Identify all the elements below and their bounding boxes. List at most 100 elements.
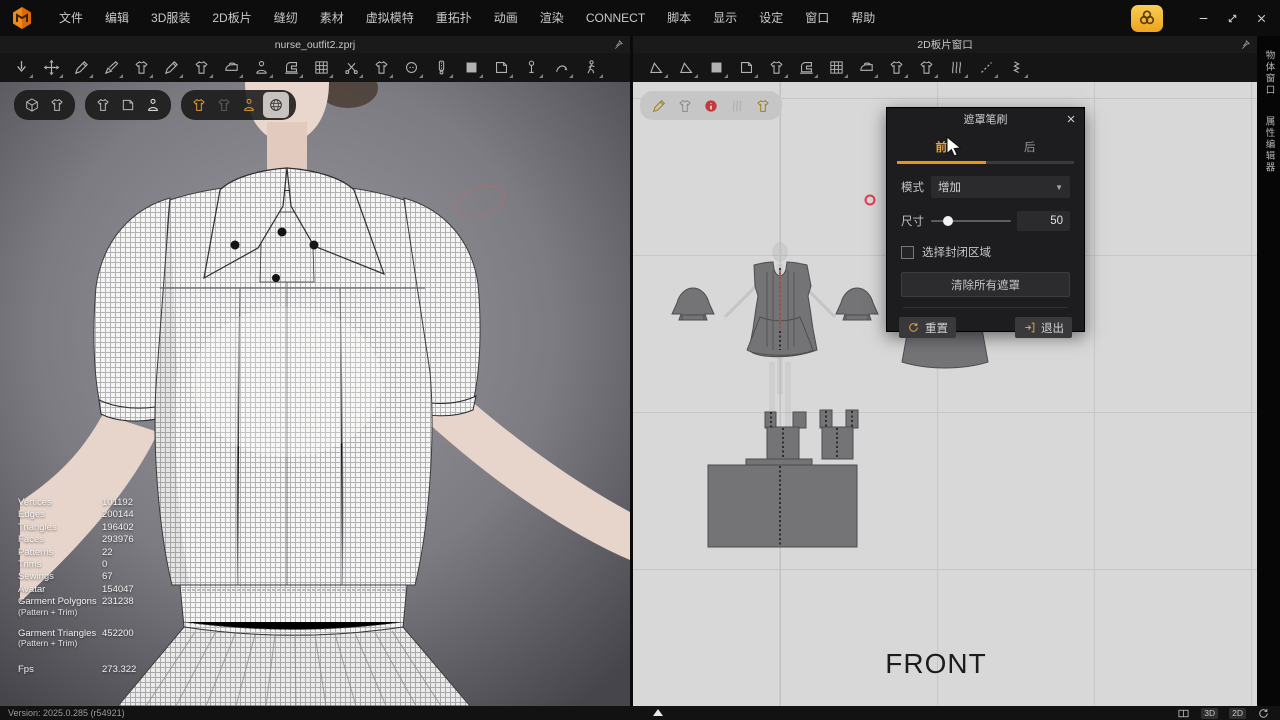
mode-select[interactable]: 增加 ▼	[931, 176, 1070, 198]
tab-back[interactable]: 后	[986, 134, 1075, 164]
pattern-tab[interactable]	[793, 412, 806, 428]
style-garment-button[interactable]	[366, 55, 396, 81]
menu-item-7[interactable]: 重拓扑	[425, 0, 483, 36]
window-minimize-button[interactable]	[1197, 12, 1210, 25]
menu-item-2[interactable]: 3D服装	[140, 0, 201, 36]
window-close-button[interactable]	[1255, 12, 1268, 25]
texture-grid-button[interactable]	[306, 55, 336, 81]
window-restore-button[interactable]	[1226, 12, 1239, 25]
menu-item-4[interactable]: 缝纫	[263, 0, 309, 36]
tab-front[interactable]: 前	[897, 134, 986, 164]
show-fabric-button[interactable]	[117, 94, 139, 116]
grid-texture-icon	[828, 59, 845, 76]
panel-pin-icon[interactable]	[1240, 39, 1251, 50]
refresh-icon[interactable]	[1257, 707, 1270, 720]
clear-all-masks-button[interactable]: 清除所有遮罩	[901, 272, 1070, 297]
polygon-pen-button[interactable]	[156, 55, 186, 81]
rect-pattern-icon	[708, 59, 725, 76]
garment-texture-button[interactable]	[911, 55, 941, 81]
view-3d-badge[interactable]: 3D	[1201, 708, 1218, 719]
reset-button[interactable]: 重置	[899, 317, 956, 338]
menu-item-10[interactable]: CONNECT	[575, 0, 656, 36]
panel-splitter[interactable]	[630, 36, 633, 706]
show-avatar-button[interactable]	[142, 94, 164, 116]
split-view-icon[interactable]	[1177, 707, 1190, 720]
select-move-icon	[43, 59, 60, 76]
menu-item-15[interactable]: 帮助	[840, 0, 886, 36]
garment-fit-button[interactable]	[188, 94, 210, 116]
avatar-button[interactable]	[246, 55, 276, 81]
menu-item-9[interactable]: 渲染	[529, 0, 575, 36]
panel-pin-icon[interactable]	[613, 39, 624, 50]
select-move-button[interactable]	[36, 55, 66, 81]
polygon-pattern-button[interactable]	[731, 55, 761, 81]
transform-pattern-button[interactable]	[641, 55, 671, 81]
exit-button[interactable]: 退出	[1015, 317, 1072, 338]
slider-knob[interactable]	[943, 216, 953, 226]
button-tool-button[interactable]	[396, 55, 426, 81]
menu-item-3[interactable]: 2D板片	[201, 0, 262, 36]
shirt-mode-button[interactable]	[752, 95, 774, 117]
closed-area-checkbox[interactable]	[901, 246, 914, 259]
menu-item-0[interactable]: 文件	[48, 0, 94, 36]
dialog-close-button[interactable]	[1065, 113, 1077, 125]
garment-mode-button[interactable]	[674, 95, 696, 117]
pattern-sleeve-band-right[interactable]	[846, 315, 868, 320]
wireframe-globe-button[interactable]	[263, 92, 289, 118]
garment-set-button[interactable]	[46, 94, 68, 116]
garment-off-button[interactable]	[213, 94, 235, 116]
fabric-b-button[interactable]	[486, 55, 516, 81]
garment-pin-button[interactable]	[126, 55, 156, 81]
brush-button[interactable]	[96, 55, 126, 81]
clone-garment-button[interactable]	[186, 55, 216, 81]
menu-item-6[interactable]: 虚拟模特	[355, 0, 425, 36]
brush-mode-button[interactable]	[648, 95, 670, 117]
menu-item-1[interactable]: 编辑	[94, 0, 140, 36]
pattern-skirt-panel[interactable]	[708, 465, 857, 547]
show-garment-button[interactable]	[92, 94, 114, 116]
3d-viewport[interactable]: Vertices101192Edges200144Triangles196402…	[0, 82, 630, 706]
pen-3d-button[interactable]	[66, 55, 96, 81]
dart-tool-button[interactable]	[761, 55, 791, 81]
statusbar-expand-button[interactable]	[653, 709, 663, 716]
pin-tool-button[interactable]	[516, 55, 546, 81]
info-mode-button[interactable]	[700, 95, 722, 117]
drape-tool-button[interactable]	[941, 55, 971, 81]
texture-mode-button[interactable]	[726, 95, 748, 117]
pattern-belt-strip[interactable]	[746, 459, 812, 465]
iron-tool-button[interactable]	[851, 55, 881, 81]
menu-item-14[interactable]: 窗口	[794, 0, 840, 36]
connect-app-button[interactable]	[1131, 5, 1163, 32]
baseline-tool-button[interactable]	[971, 55, 1001, 81]
size-value-field[interactable]: 50	[1017, 211, 1070, 231]
sewing-machine-button[interactable]	[276, 55, 306, 81]
dock-tab-1[interactable]: 属性编辑器	[1262, 116, 1276, 174]
simulate-button[interactable]	[6, 55, 36, 81]
stitch-tool-button[interactable]	[1001, 55, 1031, 81]
rect-pattern-button[interactable]	[701, 55, 731, 81]
size-slider[interactable]	[931, 210, 1011, 232]
sewing-tool-button[interactable]	[791, 55, 821, 81]
zipper-tool-button[interactable]	[426, 55, 456, 81]
menu-item-13[interactable]: 设定	[748, 0, 794, 36]
dialog-titlebar[interactable]: 遮罩笔刷	[887, 108, 1084, 130]
garment-display-button[interactable]	[881, 55, 911, 81]
dock-tab-0[interactable]: 物体窗口	[1262, 50, 1276, 96]
pose-tool-button[interactable]	[576, 55, 606, 81]
view-2d-badge[interactable]: 2D	[1229, 708, 1246, 719]
steam-button[interactable]	[216, 55, 246, 81]
pattern-sleeve-band-left[interactable]	[682, 315, 704, 320]
fabric-a-button[interactable]	[456, 55, 486, 81]
menu-item-12[interactable]: 显示	[702, 0, 748, 36]
flatten-button[interactable]	[336, 55, 366, 81]
avatar-display-button[interactable]	[238, 94, 260, 116]
menu-item-8[interactable]: 动画	[483, 0, 529, 36]
menu-item-5[interactable]: 素材	[309, 0, 355, 36]
grid-texture-button[interactable]	[821, 55, 851, 81]
2d-display-modebar	[640, 91, 782, 120]
bend-tool-button[interactable]	[546, 55, 576, 81]
render-cube-button[interactable]	[21, 94, 43, 116]
mode-label: 模式	[901, 179, 931, 195]
edit-pattern-button[interactable]	[671, 55, 701, 81]
menu-item-11[interactable]: 脚本	[656, 0, 702, 36]
